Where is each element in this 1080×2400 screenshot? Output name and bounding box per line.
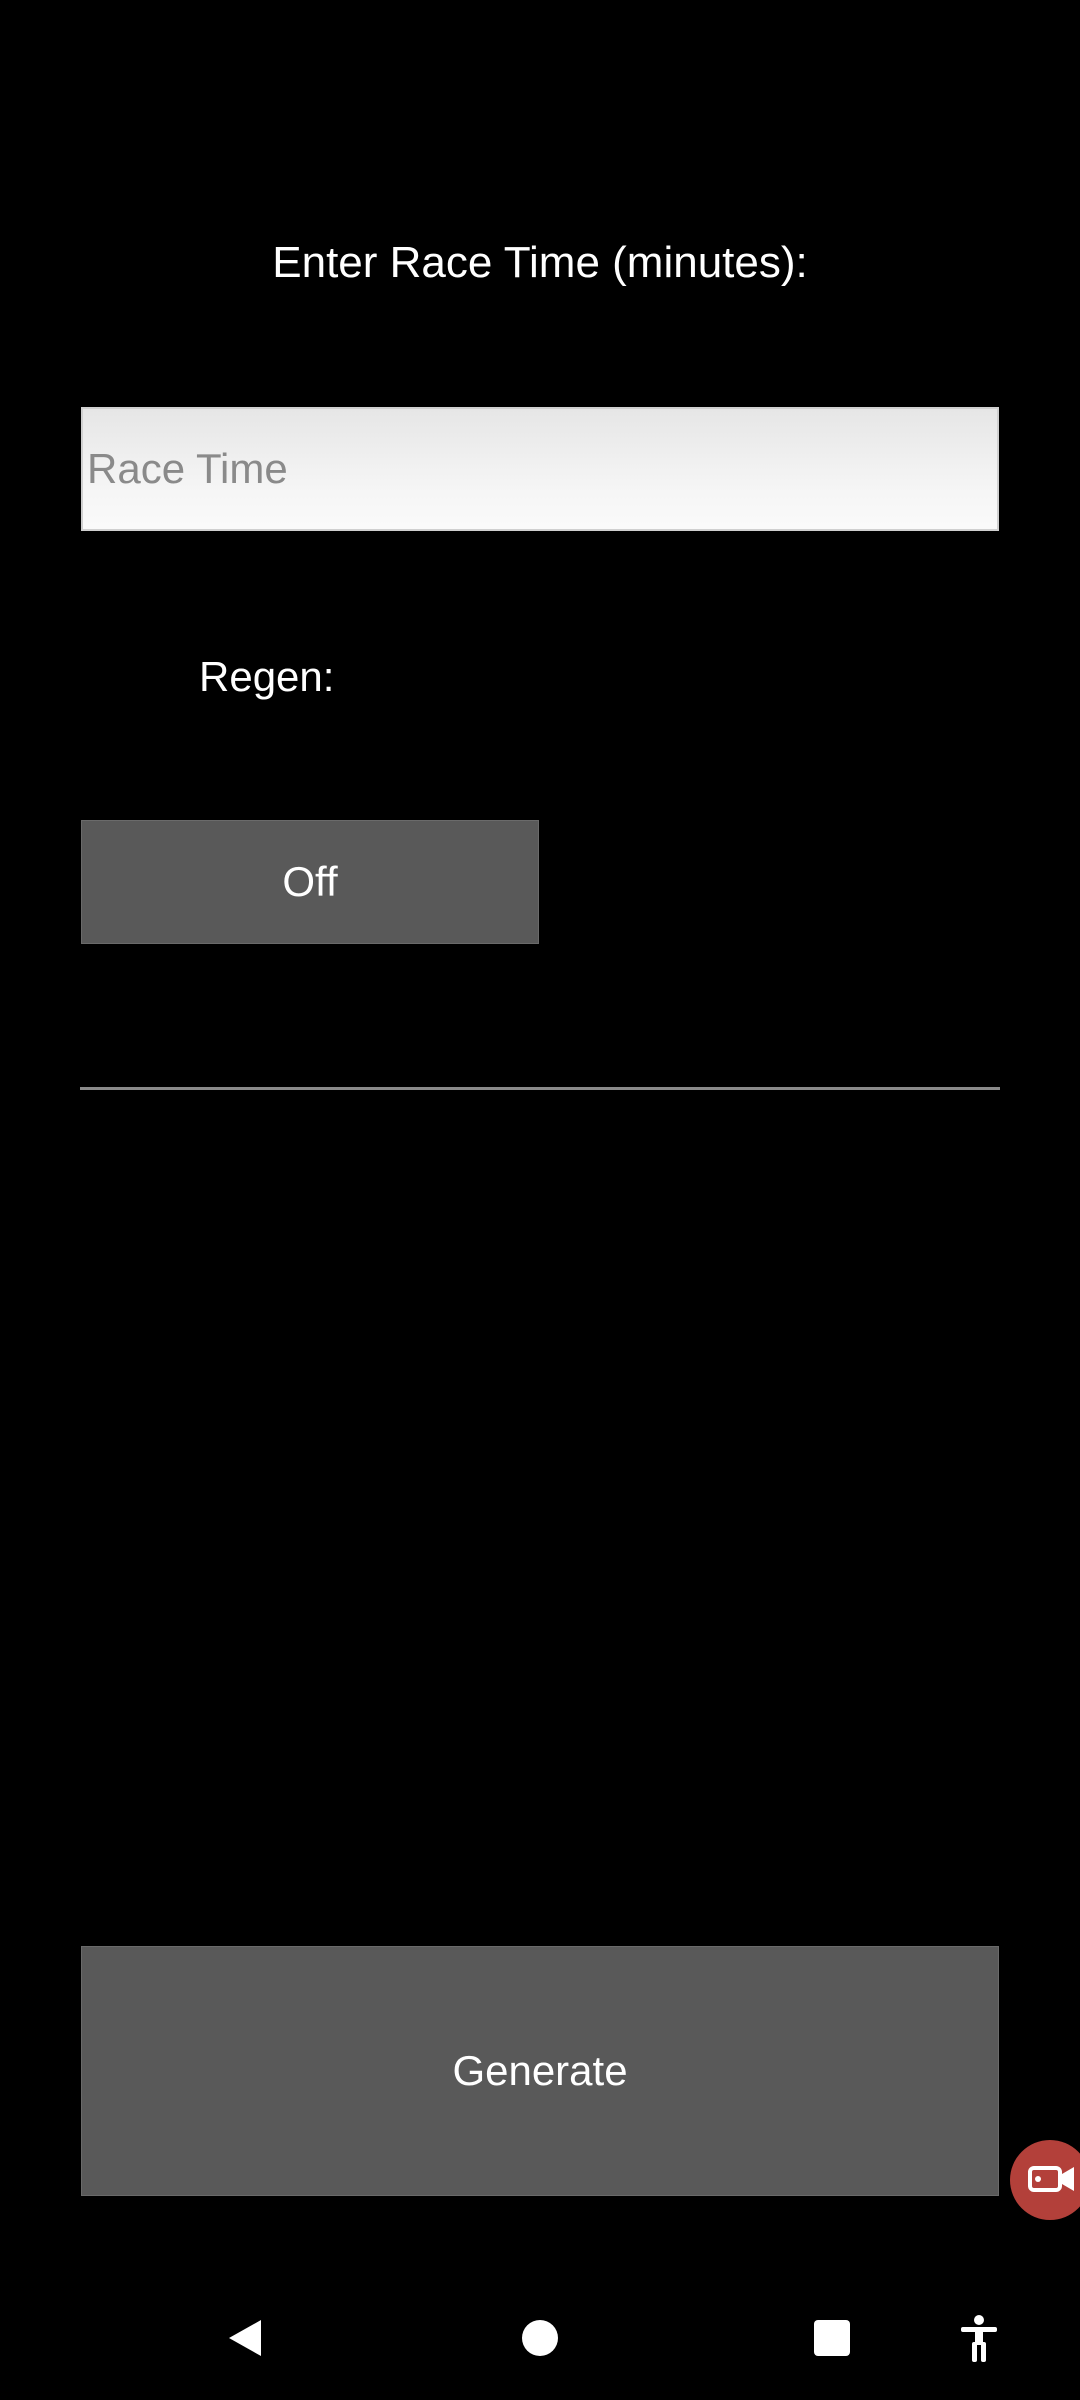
screen-record-button[interactable] xyxy=(1010,2140,1080,2220)
back-triangle-icon xyxy=(223,2316,267,2365)
navigation-bar xyxy=(0,2290,1080,2390)
divider xyxy=(80,1087,1000,1090)
regen-label: Regen: xyxy=(199,653,335,700)
nav-back-button[interactable] xyxy=(200,2290,290,2390)
nav-recents-button[interactable] xyxy=(787,2290,877,2390)
accessibility-icon xyxy=(957,2314,1001,2367)
race-time-input[interactable] xyxy=(81,407,999,531)
recents-square-icon xyxy=(812,2318,852,2363)
nav-home-button[interactable] xyxy=(495,2290,585,2390)
page-title: Enter Race Time (minutes): xyxy=(272,238,808,287)
generate-button-label: Generate xyxy=(452,2047,628,2094)
regen-toggle-label: Off xyxy=(282,858,338,905)
regen-toggle-button[interactable]: Off xyxy=(81,820,539,944)
nav-accessibility-button[interactable] xyxy=(934,2290,1024,2390)
screen-record-icon xyxy=(1024,2158,1080,2203)
generate-button[interactable]: Generate xyxy=(81,1946,999,2196)
home-circle-icon xyxy=(520,2318,560,2363)
